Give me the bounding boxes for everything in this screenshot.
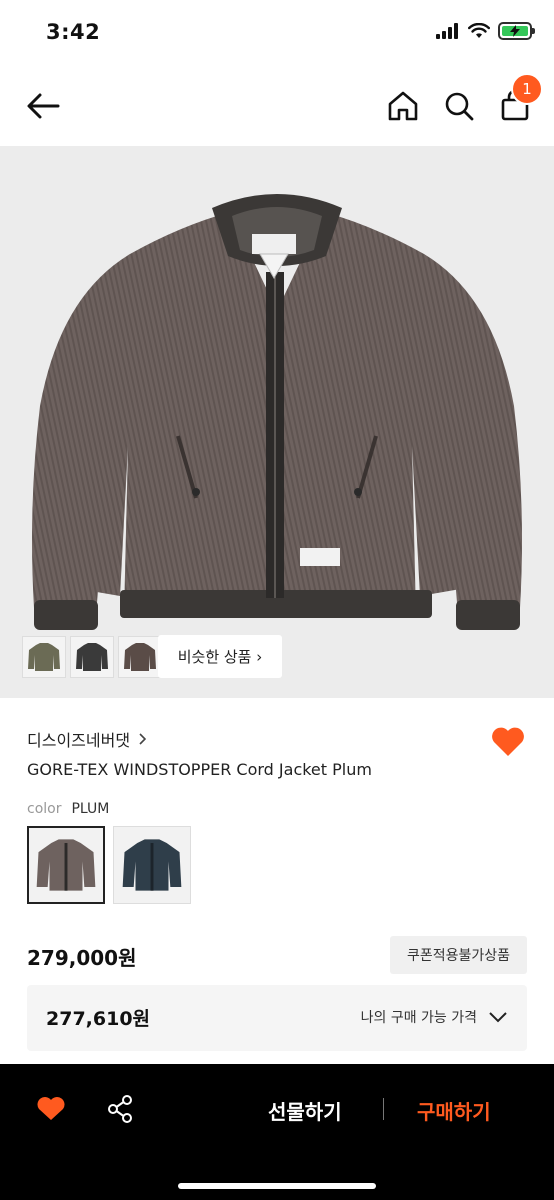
status-icons xyxy=(436,22,535,40)
buy-button[interactable]: 구매하기 xyxy=(417,1096,491,1125)
swatch-plum[interactable] xyxy=(27,826,105,904)
like-heart-icon[interactable] xyxy=(490,724,526,758)
home-indicator xyxy=(178,1183,376,1189)
product-name: GORE-TEX WINDSTOPPER Cord Jacket Plum xyxy=(27,760,372,779)
thumbnail-plum[interactable] xyxy=(118,636,162,678)
bottom-action-bar: 선물하기 구매하기 xyxy=(0,1064,554,1200)
battery-icon xyxy=(498,22,535,40)
share-icon[interactable] xyxy=(106,1094,134,1124)
home-icon[interactable] xyxy=(384,86,422,126)
back-arrow-icon[interactable] xyxy=(24,86,64,126)
brand-link[interactable]: 디스이즈네버댓 xyxy=(27,727,147,751)
jacket-thumb-black xyxy=(76,643,108,671)
similar-products-button[interactable]: 비슷한 상품 › xyxy=(158,635,282,678)
top-nav xyxy=(0,64,554,146)
jacket-image xyxy=(32,194,522,630)
my-price-label: 나의 구매 가능 가격 xyxy=(360,1010,477,1026)
coupon-badge: 쿠폰적용불가상품 xyxy=(390,936,527,974)
swatch-navy[interactable] xyxy=(113,826,191,904)
my-price-toggle[interactable]: 나의 구매 가능 가격 xyxy=(361,1007,507,1027)
thumbnail-black[interactable] xyxy=(70,636,114,678)
color-value: PLUM xyxy=(71,801,110,817)
thumbnail-olive[interactable] xyxy=(22,636,66,678)
image-thumbnails xyxy=(22,636,162,678)
chevron-right-icon xyxy=(139,733,147,745)
gift-button[interactable]: 선물하기 xyxy=(268,1096,342,1125)
chevron-down-icon xyxy=(489,1012,507,1023)
cart-count-badge: 1 xyxy=(511,73,543,105)
color-swatches xyxy=(27,826,191,904)
color-label: color xyxy=(27,801,62,817)
product-image[interactable] xyxy=(0,146,554,698)
signal-icon xyxy=(436,23,458,39)
product-price: 279,000원 xyxy=(27,946,137,970)
jacket-thumb-olive xyxy=(28,643,60,671)
wifi-icon xyxy=(468,23,490,38)
my-price: 277,610원 xyxy=(46,1008,151,1030)
similar-products-label: 비슷한 상품 › xyxy=(177,648,263,666)
divider xyxy=(383,1098,384,1120)
search-icon[interactable] xyxy=(440,86,478,126)
status-bar: 3:42 xyxy=(0,0,554,64)
jacket-thumb-plum xyxy=(124,643,156,671)
color-row: color PLUM xyxy=(27,801,109,817)
jacket-swatch-plum xyxy=(36,839,96,891)
my-price-box[interactable]: 277,610원 나의 구매 가능 가격 xyxy=(27,985,527,1051)
wishlist-heart-icon[interactable] xyxy=(36,1094,66,1122)
status-time: 3:42 xyxy=(46,20,101,44)
jacket-swatch-navy xyxy=(122,839,182,891)
brand-name: 디스이즈네버댓 xyxy=(27,731,131,750)
